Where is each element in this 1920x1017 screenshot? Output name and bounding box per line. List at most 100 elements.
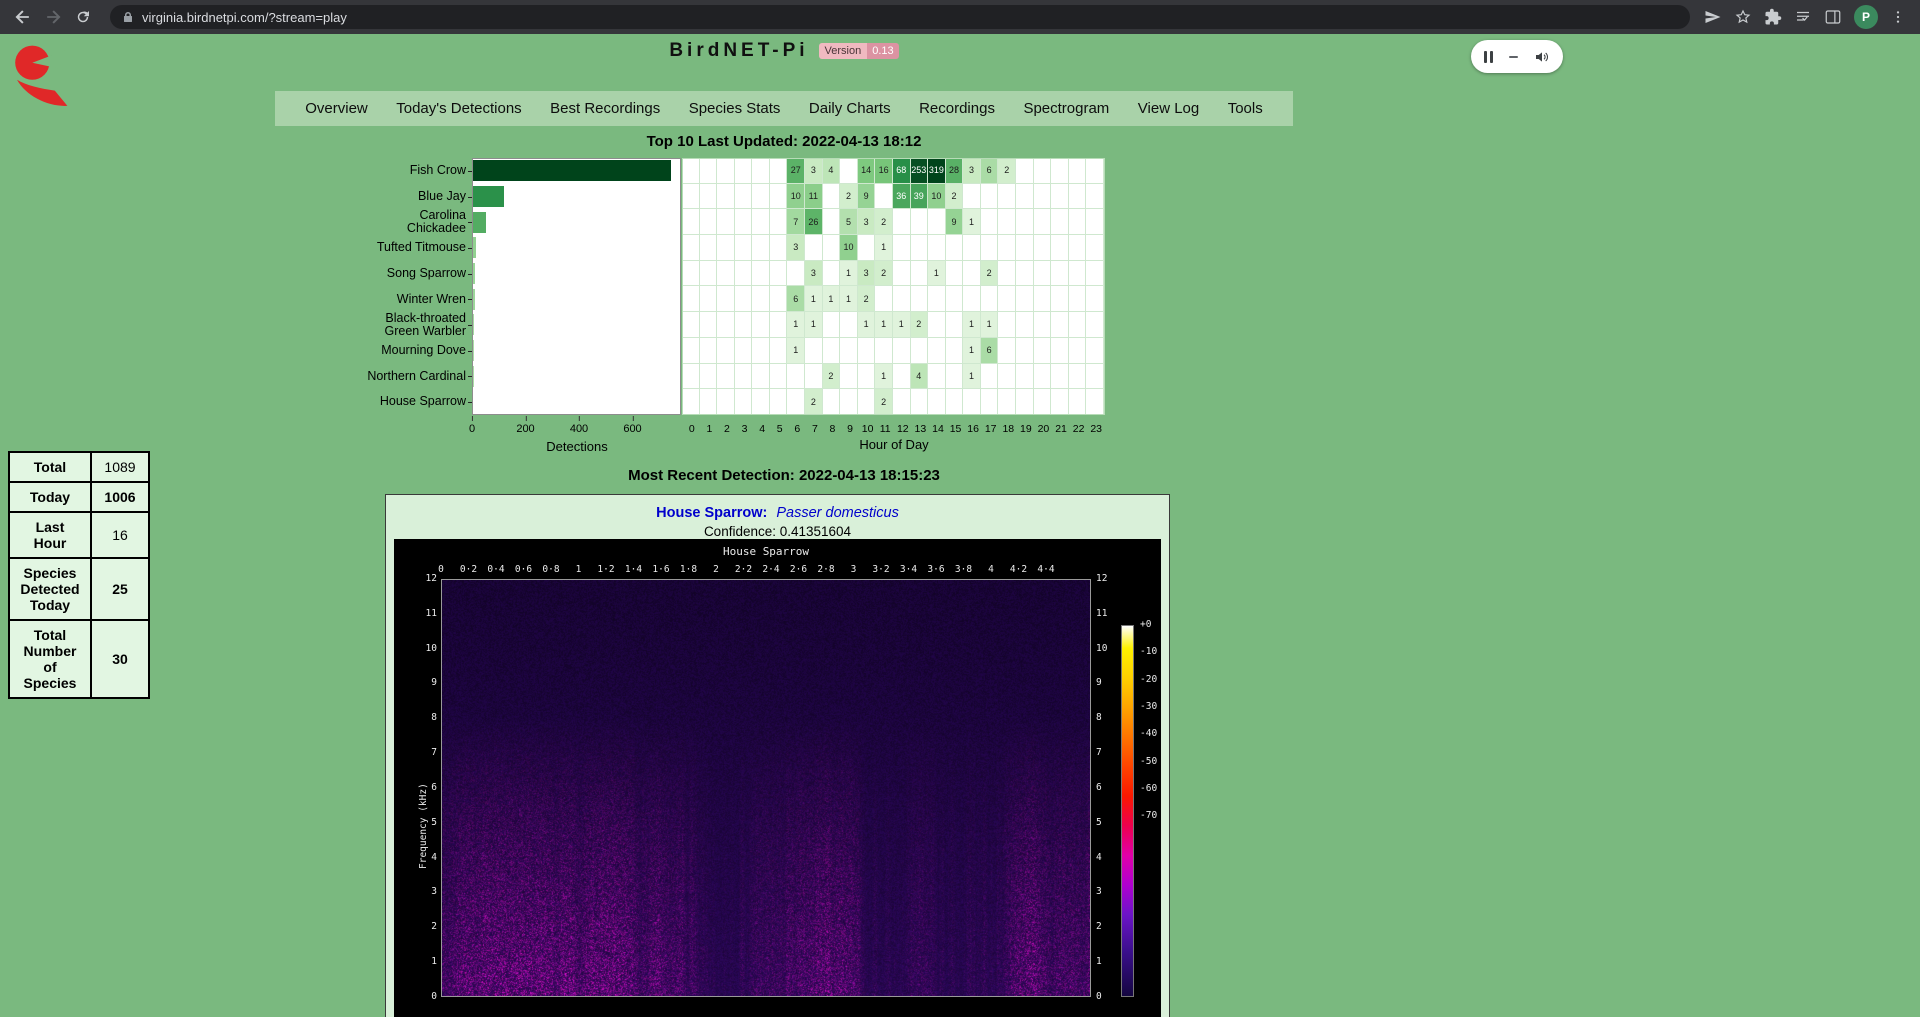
reload-button[interactable] bbox=[70, 4, 96, 30]
heatmap-row: 273414166825331928362 bbox=[682, 158, 1104, 184]
hour-axis-tick: 21 bbox=[1055, 423, 1067, 435]
nav-item-tools[interactable]: Tools bbox=[1228, 100, 1263, 117]
heatmap-cell bbox=[963, 286, 981, 312]
heatmap-row: 1011293639102 bbox=[682, 184, 1104, 210]
hour-axis-tick: 7 bbox=[812, 423, 818, 435]
species-label: Mourning Dove bbox=[358, 338, 466, 364]
heatmap-cell: 1 bbox=[981, 312, 999, 338]
species-axis-tick bbox=[466, 364, 472, 390]
species-row: Carolina Chickadee72653291 bbox=[358, 209, 1105, 235]
nav-item-recordings[interactable]: Recordings bbox=[919, 100, 995, 117]
heatmap-cell: 4 bbox=[911, 364, 929, 390]
hour-axis-label: Hour of Day bbox=[683, 437, 1105, 452]
time-tick: 4·2 bbox=[1010, 564, 1027, 575]
heatmap-cell bbox=[682, 338, 700, 364]
heatmap-cell bbox=[911, 286, 929, 312]
heatmap-cell bbox=[1069, 158, 1087, 184]
bar-cell bbox=[472, 312, 681, 338]
heatmap-cell bbox=[823, 389, 841, 415]
freq-tick-left: 8 bbox=[431, 712, 437, 723]
heatmap-cell bbox=[1086, 261, 1104, 287]
heatmap-cell bbox=[981, 209, 999, 235]
time-tick: 1·4 bbox=[625, 564, 642, 575]
species-common-name-link[interactable]: House Sparrow: bbox=[656, 505, 767, 521]
browser-menu-icon[interactable] bbox=[1890, 9, 1906, 25]
heatmap-cell bbox=[998, 235, 1016, 261]
freq-tick-right: 12 bbox=[1096, 573, 1107, 584]
species-axis-tick bbox=[466, 312, 472, 338]
heatmap-cell bbox=[1016, 364, 1034, 390]
stats-value[interactable]: 1006 bbox=[91, 482, 149, 512]
heatmap-cell bbox=[770, 338, 788, 364]
heatmap-cell bbox=[1086, 209, 1104, 235]
nav-item-species-stats[interactable]: Species Stats bbox=[689, 100, 781, 117]
reading-list-icon[interactable] bbox=[1794, 8, 1812, 26]
nav-item-best-recordings[interactable]: Best Recordings bbox=[550, 100, 660, 117]
species-label: Song Sparrow bbox=[358, 261, 466, 287]
stats-table: Total1089Today1006Last Hour16Species Det… bbox=[8, 451, 150, 699]
heatmap-cell: 3 bbox=[858, 209, 876, 235]
bar-cell bbox=[472, 389, 681, 415]
nav-item-overview[interactable]: Overview bbox=[305, 100, 368, 117]
heatmap-cell: 5 bbox=[840, 209, 858, 235]
nav-item-daily-charts[interactable]: Daily Charts bbox=[809, 100, 891, 117]
bar-axis-tick: 0 bbox=[469, 423, 475, 435]
detections-bar bbox=[472, 263, 475, 284]
stats-value[interactable]: 25 bbox=[91, 558, 149, 620]
heatmap-cell: 319 bbox=[928, 158, 946, 184]
time-tick: 1·2 bbox=[597, 564, 614, 575]
heatmap-cell bbox=[700, 338, 718, 364]
colorbar-tick: +0 bbox=[1140, 619, 1151, 630]
heatmap-cell bbox=[1069, 261, 1087, 287]
stats-label: Total bbox=[9, 452, 91, 482]
version-label: Version bbox=[819, 43, 868, 59]
stats-value: 16 bbox=[91, 512, 149, 558]
pause-button[interactable] bbox=[1484, 51, 1493, 63]
heatmap-cell bbox=[717, 364, 735, 390]
back-button[interactable] bbox=[10, 4, 36, 30]
heatmap-cell bbox=[1086, 235, 1104, 261]
heatmap-cell bbox=[717, 312, 735, 338]
heatmap-cell bbox=[752, 286, 770, 312]
time-tick: 0·2 bbox=[460, 564, 477, 575]
heatmap-cell bbox=[1051, 286, 1069, 312]
profile-avatar[interactable]: P bbox=[1854, 5, 1878, 29]
heatmap-cell bbox=[770, 389, 788, 415]
nav-item-spectrogram[interactable]: Spectrogram bbox=[1023, 100, 1109, 117]
heatmap-cell: 1 bbox=[893, 312, 911, 338]
heatmap-cell: 2 bbox=[875, 389, 893, 415]
heatmap-cell bbox=[1051, 312, 1069, 338]
stats-row: Total Number of Species30 bbox=[9, 620, 149, 698]
freq-tick-left: 11 bbox=[426, 608, 437, 619]
heatmap-cell: 4 bbox=[823, 158, 841, 184]
hour-axis-tick: 23 bbox=[1090, 423, 1102, 435]
side-panel-icon[interactable] bbox=[1824, 8, 1842, 26]
stats-value[interactable]: 30 bbox=[91, 620, 149, 698]
freq-tick-right: 1 bbox=[1096, 956, 1102, 967]
bar-cell bbox=[472, 261, 681, 287]
forward-button[interactable] bbox=[40, 4, 66, 30]
species-scientific-name-link[interactable]: Passer domesticus bbox=[776, 505, 899, 521]
freq-tick-right: 3 bbox=[1096, 886, 1102, 897]
nav-item-view-log[interactable]: View Log bbox=[1138, 100, 1199, 117]
heatmap-cell bbox=[752, 338, 770, 364]
volume-icon[interactable] bbox=[1534, 49, 1550, 65]
heatmap-cell bbox=[1086, 364, 1104, 390]
reload-icon bbox=[74, 8, 92, 26]
bar-cell bbox=[472, 364, 681, 390]
url-bar[interactable]: virginia.birdnetpi.com/?stream=play bbox=[110, 5, 1690, 29]
detections-bar bbox=[472, 186, 504, 207]
time-tick: 2·6 bbox=[790, 564, 807, 575]
bookmark-star-icon[interactable] bbox=[1734, 8, 1752, 26]
bar-cell bbox=[472, 338, 681, 364]
heatmap-cell bbox=[911, 209, 929, 235]
colorbar-tick: -70 bbox=[1140, 810, 1157, 821]
detection-confidence: Confidence: 0.41351604 bbox=[386, 524, 1169, 539]
share-icon[interactable] bbox=[1704, 8, 1722, 26]
heatmap-cell bbox=[1034, 286, 1052, 312]
bar-cell bbox=[472, 158, 681, 184]
nav-item-today-s-detections[interactable]: Today's Detections bbox=[396, 100, 521, 117]
freq-tick-right: 10 bbox=[1096, 643, 1107, 654]
extensions-puzzle-icon[interactable] bbox=[1764, 8, 1782, 26]
lock-icon bbox=[122, 11, 134, 23]
